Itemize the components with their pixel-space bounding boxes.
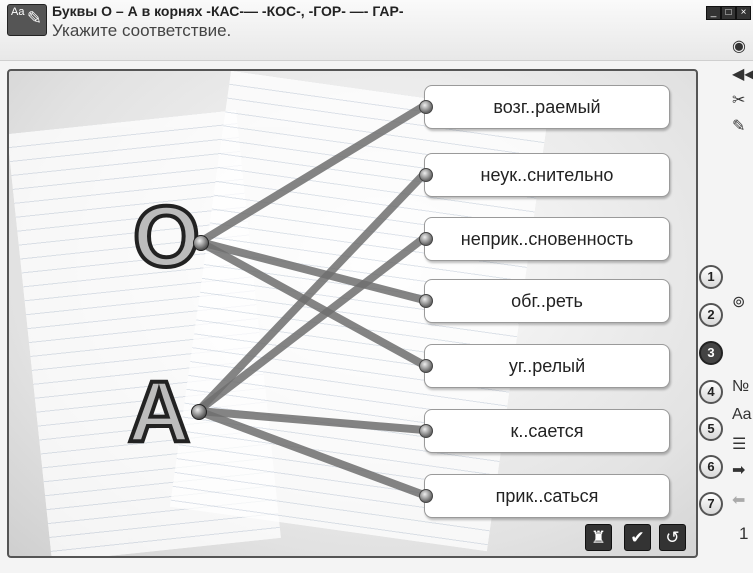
reset-button[interactable]: ↺ bbox=[659, 524, 686, 551]
pencil-icon: ✎ bbox=[26, 8, 42, 28]
connection-line bbox=[196, 102, 428, 246]
word-card[interactable]: возг..раемый bbox=[419, 85, 670, 129]
letter-a[interactable]: А bbox=[126, 367, 192, 457]
connector-dot[interactable] bbox=[419, 489, 433, 503]
header-bar: Aa ✎ Буквы О – А в корнях -КАС-— -КОС-, … bbox=[0, 0, 753, 61]
prev-arrow-icon[interactable]: ⬅ bbox=[732, 490, 745, 510]
exercise-panel: О А возг..раемый неук..снительно неприк.… bbox=[7, 69, 698, 558]
exercise-number-3[interactable]: 3 bbox=[699, 341, 723, 365]
minimize-button[interactable]: _ bbox=[706, 6, 721, 20]
word-card[interactable]: уг..релый bbox=[419, 344, 670, 388]
connector-dot[interactable] bbox=[419, 168, 433, 182]
sound-icon[interactable]: ◉ bbox=[732, 36, 746, 56]
word-card[interactable]: неприк..сновенность bbox=[419, 217, 670, 261]
letter-a-anchor[interactable] bbox=[191, 404, 207, 420]
reset-icon: ↺ bbox=[665, 528, 680, 547]
connector-dot[interactable] bbox=[419, 232, 433, 246]
task-instruction: Укажите соответствие. bbox=[52, 21, 232, 40]
exercise-title: Буквы О – А в корнях -КАС-— -КОС-, -ГОР-… bbox=[52, 3, 404, 19]
exercise-number-5[interactable]: 5 bbox=[699, 417, 723, 441]
hint-icon: ♜ bbox=[590, 528, 607, 547]
connector-dot[interactable] bbox=[419, 359, 433, 373]
page-number: 1 bbox=[739, 524, 749, 543]
word-card[interactable]: неук..снительно bbox=[419, 153, 670, 197]
number-icon[interactable]: № bbox=[732, 378, 749, 396]
letter-o-anchor[interactable] bbox=[193, 235, 209, 251]
letter-o[interactable]: О bbox=[131, 192, 202, 282]
word-text: возг..раемый bbox=[493, 97, 601, 117]
word-card[interactable]: обг..реть bbox=[419, 279, 670, 323]
maximize-button[interactable]: □ bbox=[721, 6, 736, 20]
word-text: прик..саться bbox=[495, 486, 599, 506]
exercise-number-6[interactable]: 6 bbox=[699, 455, 723, 479]
word-text: неприк..сновенность bbox=[460, 229, 634, 249]
app-icon-label: Aa bbox=[11, 6, 25, 18]
connector-dot[interactable] bbox=[419, 424, 433, 438]
exercise-number-1[interactable]: 1 bbox=[699, 265, 723, 289]
word-text: уг..релый bbox=[508, 356, 586, 376]
connector-dot[interactable] bbox=[419, 100, 433, 114]
word-text: обг..реть bbox=[511, 291, 583, 311]
connector-dot[interactable] bbox=[419, 294, 433, 308]
word-card[interactable]: к..сается bbox=[419, 409, 670, 453]
app-icon: Aa ✎ bbox=[7, 4, 47, 36]
close-button[interactable]: × bbox=[736, 6, 751, 20]
rewind-icon[interactable]: ◀◀ bbox=[732, 64, 753, 84]
tools-icon[interactable]: ✂ bbox=[732, 90, 745, 110]
next-arrow-icon[interactable]: ➡ bbox=[732, 460, 745, 480]
pencil-icon[interactable]: ✎ bbox=[732, 116, 745, 136]
help-icon[interactable]: ⊚ bbox=[732, 292, 745, 312]
list-icon[interactable]: ☰ bbox=[732, 434, 746, 454]
word-text: к..сается bbox=[510, 421, 584, 441]
check-button[interactable]: ✔ bbox=[624, 524, 651, 551]
hint-button[interactable]: ♜ bbox=[585, 524, 612, 551]
exercise-number-2[interactable]: 2 bbox=[699, 303, 723, 327]
exercise-number-4[interactable]: 4 bbox=[699, 380, 723, 404]
exercise-number-7[interactable]: 7 bbox=[699, 492, 723, 516]
word-card[interactable]: прик..саться bbox=[419, 474, 670, 518]
font-icon[interactable]: Aa bbox=[732, 406, 752, 424]
check-icon: ✔ bbox=[630, 528, 645, 547]
word-text: неук..снительно bbox=[480, 165, 614, 185]
